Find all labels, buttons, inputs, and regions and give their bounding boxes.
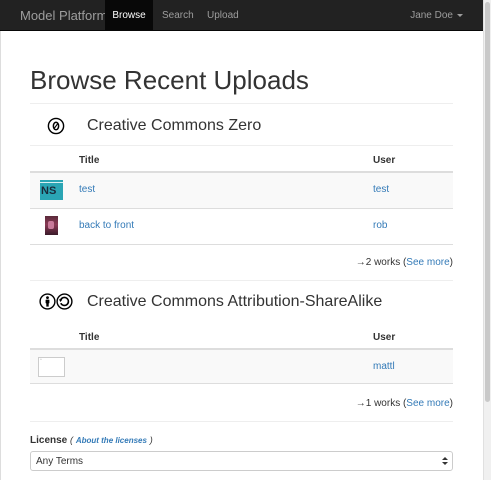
works-count-text: →2 works ( [355,257,407,268]
col-header-user: User [373,155,396,166]
paren-open: ( [70,435,74,445]
page-title: Browse Recent Uploads [30,65,309,95]
scrollbar-thumb[interactable] [485,2,490,402]
scrollbar[interactable] [483,0,491,480]
license-title-cc-by-sa: Creative Commons Attribution-ShareAlike [87,293,383,310]
license-title-cc0: Creative Commons Zero [87,117,262,134]
select-arrows-icon [442,457,448,465]
user-link[interactable]: rob [373,220,387,231]
col-header-user: User [373,332,396,343]
work-title-link[interactable]: back to front [79,220,134,231]
col-header-title: Title [79,155,100,166]
broken-image-icon: ▫ [40,357,42,363]
work-thumbnail[interactable]: NS [40,180,63,200]
user-link[interactable]: test [373,184,389,195]
works-count-text: →1 works ( [355,398,407,409]
license-select-value: Any Terms [36,456,84,467]
brand-link[interactable]: Model Platform [20,0,107,31]
work-title-link[interactable]: test [79,184,95,195]
cc-zero-icon [47,117,65,135]
works-count: →1 works (See more) [356,398,453,409]
divider [30,421,453,422]
paren-close: ) [149,435,153,445]
nav-search[interactable]: Search [162,0,194,31]
table-row: NS test test [30,173,453,209]
top-navbar: Model Platform Browse Search Upload Jane… [0,0,483,31]
works-count-close: ) [449,398,453,409]
works-count-close: ) [449,257,453,268]
works-count: →2 works (See more) [356,257,453,268]
broken-image-thumbnail[interactable]: ▫ [38,357,65,377]
license-header-cc0: Creative Commons Zero [30,112,453,142]
table-row: ▫ mattl [30,350,453,384]
nav-upload[interactable]: Upload [207,0,239,31]
divider [30,103,453,104]
see-more-link[interactable]: See more [406,398,449,409]
user-menu[interactable]: Jane Doe [410,0,463,31]
table-row: back to front rob [30,209,453,245]
license-select[interactable]: Any Terms [30,451,453,471]
thumbnail-text: NS [41,185,57,197]
user-name: Jane Doe [410,10,453,21]
license-filter-label: License ( About the licenses ) [30,435,153,446]
see-more-link[interactable]: See more [406,257,449,268]
user-link[interactable]: mattl [373,361,395,372]
nav-browse[interactable]: Browse [105,0,153,31]
work-thumbnail[interactable] [45,216,58,235]
cc-sa-icon [56,293,73,310]
divider [30,145,453,146]
caret-down-icon [457,13,463,17]
divider [30,280,453,281]
cc-by-icon [39,293,56,310]
license-label-text: License [30,435,68,446]
col-header-title: Title [79,332,100,343]
about-licenses-link[interactable]: About the licenses [76,436,147,445]
page-edge [0,31,1,480]
license-header-cc-by-sa: Creative Commons Attribution-ShareAlike [30,288,453,318]
